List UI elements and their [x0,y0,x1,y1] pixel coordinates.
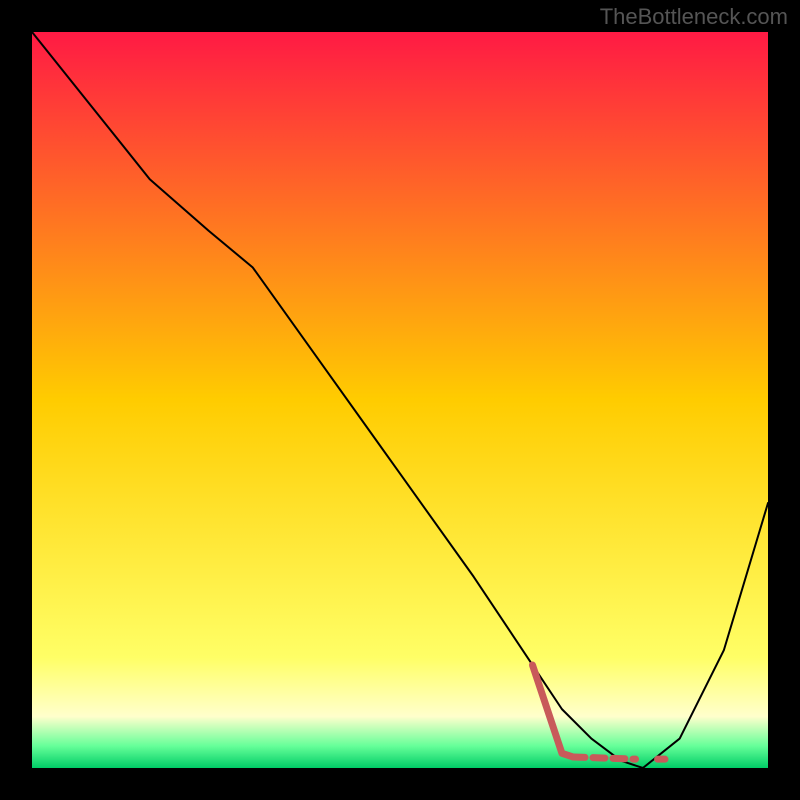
chart-svg [0,0,800,800]
series-highlight-flat [573,757,636,759]
plot-area [32,32,768,768]
watermark-text: TheBottleneck.com [600,4,788,30]
